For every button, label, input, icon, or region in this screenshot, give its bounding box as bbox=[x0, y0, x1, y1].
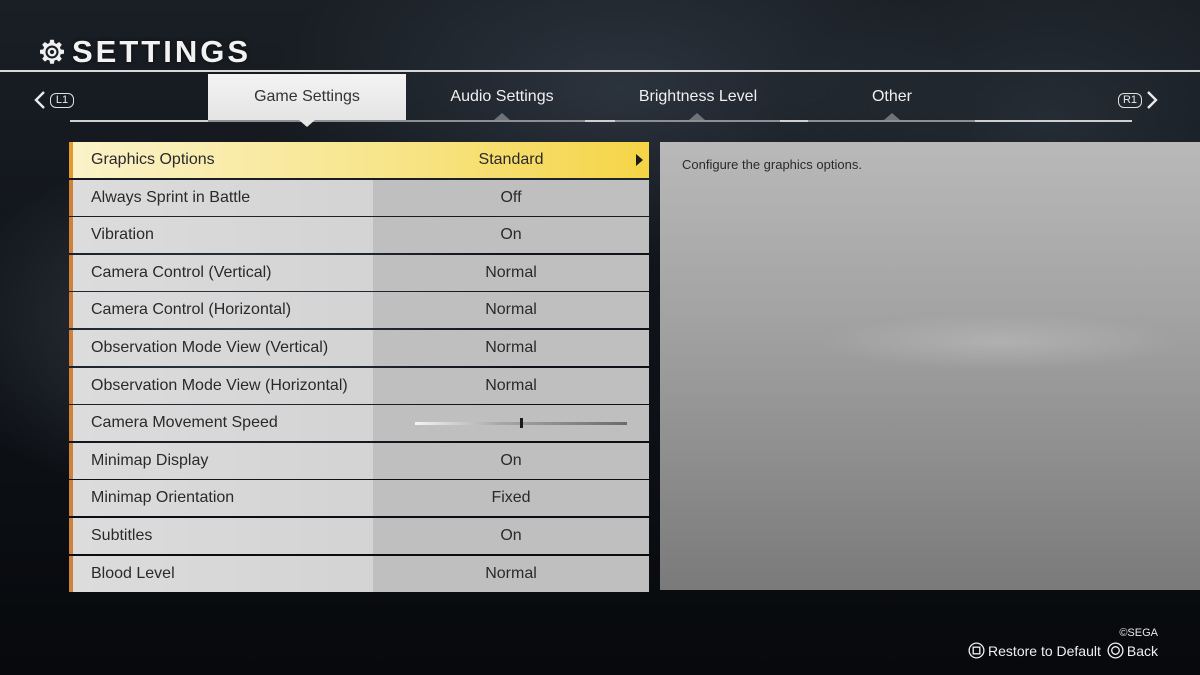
header-divider bbox=[0, 70, 1200, 72]
copyright-text: ©SEGA bbox=[1119, 627, 1158, 639]
restore-default-button[interactable]: Restore to Default bbox=[968, 642, 1101, 659]
setting-value: Normal bbox=[485, 564, 537, 582]
setting-row-always-sprint[interactable]: Always Sprint in Battle Off bbox=[69, 179, 649, 216]
setting-value: Normal bbox=[485, 338, 537, 356]
setting-row-observation-horizontal[interactable]: Observation Mode View (Horizontal) Norma… bbox=[69, 367, 649, 404]
tab-pointer bbox=[494, 113, 510, 120]
tab-label: Audio Settings bbox=[450, 88, 554, 105]
gear-icon bbox=[39, 39, 65, 64]
tab-label: Brightness Level bbox=[638, 88, 758, 105]
setting-label: Observation Mode View (Vertical) bbox=[91, 338, 329, 356]
tab-underline bbox=[70, 120, 1132, 122]
setting-label: Vibration bbox=[91, 226, 154, 244]
l1-button-badge: L1 bbox=[50, 92, 74, 108]
description-text: Configure the graphics options. bbox=[682, 157, 862, 172]
tab-pointer bbox=[689, 113, 705, 120]
setting-value: Normal bbox=[485, 263, 537, 281]
setting-row-vibration[interactable]: Vibration On bbox=[69, 217, 649, 254]
setting-row-camera-horizontal[interactable]: Camera Control (Horizontal) Normal bbox=[69, 292, 649, 329]
setting-label: Subtitles bbox=[91, 526, 153, 544]
setting-label: Graphics Options bbox=[91, 151, 215, 168]
tab-next-button[interactable]: R1 bbox=[1118, 89, 1158, 111]
hint-label: Restore to Default bbox=[988, 642, 1101, 659]
r1-button-badge: R1 bbox=[1118, 92, 1142, 108]
setting-value: Normal bbox=[485, 376, 537, 394]
active-tab-pointer bbox=[299, 120, 315, 127]
chevron-left-icon bbox=[34, 91, 45, 109]
setting-label: Always Sprint in Battle bbox=[91, 188, 251, 206]
setting-row-graphics-options[interactable]: Graphics Options Standard bbox=[69, 142, 649, 178]
setting-value: Normal bbox=[485, 301, 537, 319]
setting-row-blood-level[interactable]: Blood Level Normal bbox=[69, 555, 649, 592]
settings-list: Graphics Options Standard Always Sprint … bbox=[69, 142, 649, 593]
setting-label: Camera Control (Vertical) bbox=[91, 263, 272, 281]
setting-value: Standard bbox=[478, 151, 544, 168]
back-button[interactable]: Back bbox=[1107, 642, 1158, 659]
tab-game-settings[interactable]: Game Settings bbox=[208, 74, 406, 120]
setting-row-minimap-orientation[interactable]: Minimap Orientation Fixed bbox=[69, 480, 649, 517]
tab-label: Game Settings bbox=[254, 88, 360, 105]
setting-label: Minimap Display bbox=[91, 451, 209, 469]
page-title: SETTINGS bbox=[72, 34, 252, 69]
setting-value: On bbox=[500, 226, 522, 244]
setting-value: On bbox=[500, 526, 522, 544]
setting-row-subtitles[interactable]: Subtitles On bbox=[69, 517, 649, 554]
setting-label: Observation Mode View (Horizontal) bbox=[91, 376, 348, 394]
slider-thumb[interactable] bbox=[519, 418, 523, 429]
circle-button-icon bbox=[1107, 642, 1124, 659]
setting-label: Minimap Orientation bbox=[91, 489, 235, 507]
hint-label: Back bbox=[1126, 642, 1158, 659]
setting-row-observation-vertical[interactable]: Observation Mode View (Vertical) Normal bbox=[69, 329, 649, 366]
setting-row-camera-vertical[interactable]: Camera Control (Vertical) Normal bbox=[69, 254, 649, 291]
setting-label: Camera Control (Horizontal) bbox=[91, 301, 292, 319]
button-hints: Restore to Default Back bbox=[968, 642, 1158, 659]
tab-prev-button[interactable]: L1 bbox=[34, 89, 74, 111]
tab-label: Other bbox=[871, 88, 912, 105]
setting-value: Fixed bbox=[491, 489, 531, 507]
setting-label: Blood Level bbox=[91, 564, 175, 582]
submenu-arrow-icon bbox=[636, 154, 643, 166]
setting-row-minimap-display[interactable]: Minimap Display On bbox=[69, 442, 649, 479]
page-header: SETTINGS bbox=[38, 32, 251, 72]
setting-label: Camera Movement Speed bbox=[91, 414, 278, 432]
square-button-icon bbox=[968, 642, 985, 659]
chevron-right-icon bbox=[1147, 91, 1158, 109]
setting-row-camera-speed[interactable]: Camera Movement Speed bbox=[69, 405, 649, 442]
setting-value: Off bbox=[500, 188, 522, 206]
description-panel: Configure the graphics options. bbox=[660, 142, 1200, 590]
slider-container bbox=[373, 405, 649, 441]
setting-value: On bbox=[500, 451, 522, 469]
tab-pointer bbox=[884, 113, 900, 120]
